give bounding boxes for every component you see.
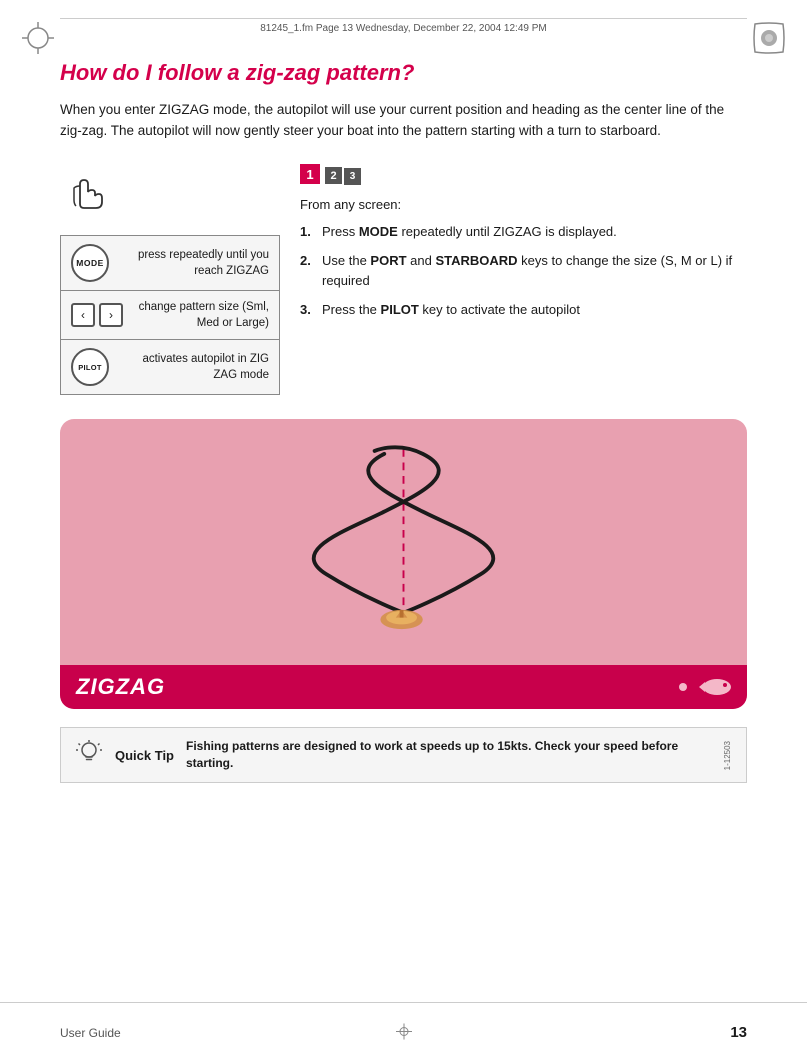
- right-panel: 1 2 3 From any screen: 1. Press MODE rep…: [300, 164, 747, 330]
- boat-icon: [380, 610, 422, 629]
- arrows-step-desc: change pattern size (Sml, Med or Large): [133, 299, 269, 331]
- step-num-badge-2: 2: [325, 167, 342, 184]
- device-display: ZIGZAG: [60, 419, 747, 709]
- zigzag-mode-label: ZIGZAG: [76, 674, 165, 700]
- right-arrow-key: ›: [99, 303, 123, 327]
- footer-page-number: 13: [730, 1024, 747, 1041]
- vertical-id-text: 1-12503: [723, 741, 732, 770]
- steps-table: MODE press repeatedly until you reach ZI…: [60, 235, 280, 395]
- pilot-key-badge: PILOT: [71, 348, 109, 386]
- step-text-3: Press the PILOT key to activate the auto…: [322, 300, 747, 320]
- step-num-3: 3.: [300, 300, 316, 320]
- step-item-3: 3. Press the PILOT key to activate the a…: [300, 300, 747, 320]
- footer-center-mark: [394, 1021, 414, 1041]
- intro-paragraph: When you enter ZIGZAG mode, the autopilo…: [60, 100, 740, 142]
- footer: User Guide 13: [0, 1002, 807, 1062]
- step-item-2: 2. Use the PORT and STARBOARD keys to ch…: [300, 251, 747, 290]
- step-row-pilot: PILOT activates autopilot in ZIG ZAG mod…: [61, 340, 279, 394]
- step-num-2: 2.: [300, 251, 316, 290]
- numbered-steps-list: 1. Press MODE repeatedly until ZIGZAG is…: [300, 222, 747, 320]
- fish-icon: [695, 674, 731, 700]
- mode-key-badge: MODE: [71, 244, 109, 282]
- finger-pointing-icon: [60, 164, 110, 223]
- page-title: How do I follow a zig-zag pattern?: [60, 60, 747, 86]
- step-row-mode: MODE press repeatedly until you reach ZI…: [61, 236, 279, 291]
- quick-tip-box: Quick Tip Fishing patterns are designed …: [60, 727, 747, 783]
- fish-icon-area: [679, 674, 731, 700]
- corner-mark-tl: [20, 20, 56, 56]
- from-screen-label: From any screen:: [300, 197, 747, 212]
- quick-tip-text: Fishing patterns are designed to work at…: [186, 738, 711, 772]
- arrow-keys: ‹ ›: [71, 303, 123, 327]
- dot-indicator: [679, 683, 687, 691]
- left-arrow-key: ‹: [71, 303, 95, 327]
- device-screen: [76, 435, 731, 675]
- main-content: How do I follow a zig-zag pattern? When …: [60, 60, 747, 992]
- header-meta: 81245_1.fm Page 13 Wednesday, December 2…: [60, 18, 747, 34]
- device-bottom-bar: ZIGZAG: [60, 665, 747, 709]
- corner-mark-tr: [751, 20, 787, 56]
- instructions-row: MODE press repeatedly until you reach ZI…: [60, 164, 747, 395]
- step-num-badge-1: 1: [300, 164, 320, 184]
- zigzag-path-svg: [76, 435, 731, 675]
- step-num-1: 1.: [300, 222, 316, 242]
- step-text-2: Use the PORT and STARBOARD keys to chang…: [322, 251, 747, 290]
- num-badge-row: 1 2 3: [300, 164, 747, 185]
- footer-user-guide-label: User Guide: [60, 1026, 121, 1040]
- pilot-step-desc: activates autopilot in ZIG ZAG mode: [119, 351, 269, 383]
- mode-step-desc: press repeatedly until you reach ZIGZAG: [119, 247, 269, 279]
- step-row-arrows: ‹ › change pattern size (Sml, Med or Lar…: [61, 291, 279, 340]
- step-item-1: 1. Press MODE repeatedly until ZIGZAG is…: [300, 222, 747, 242]
- step-text-1: Press MODE repeatedly until ZIGZAG is di…: [322, 222, 747, 242]
- lightbulb-icon: [75, 739, 103, 772]
- left-panel: MODE press repeatedly until you reach ZI…: [60, 164, 280, 395]
- quick-tip-label: Quick Tip: [115, 748, 174, 763]
- step-num-badge-3: 3: [344, 168, 361, 185]
